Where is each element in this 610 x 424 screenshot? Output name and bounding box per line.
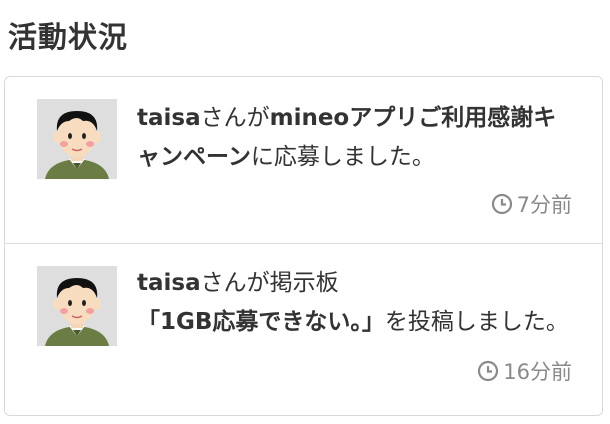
post-link[interactable]: 「1GB応募できない。」 — [137, 309, 385, 335]
activity-message: taisaさんが掲示板「1GB応募できない。」を投稿しました。 — [137, 264, 577, 342]
section-title: 活動状況 — [8, 20, 129, 54]
user-link[interactable]: taisa — [137, 105, 201, 131]
clock-icon — [478, 360, 499, 382]
timestamp-text: 7分前 — [516, 193, 572, 217]
message-text: に応募しました。 — [250, 144, 435, 170]
activity-panel: taisaさんがmineoアプリご利用感謝キャンペーンに応募しました。 7分前 — [4, 76, 603, 416]
activity-item: taisaさんがmineoアプリご利用感謝キャンペーンに応募しました。 7分前 — [5, 77, 602, 244]
user-link[interactable]: taisa — [137, 270, 201, 296]
user-avatar-icon[interactable] — [37, 99, 117, 179]
activity-item: taisaさんが掲示板「1GB応募できない。」を投稿しました。 16分前 — [5, 244, 602, 424]
message-text: を投稿しました。 — [384, 309, 569, 335]
activity-message: taisaさんがmineoアプリご利用感謝キャンペーンに応募しました。 — [137, 99, 577, 177]
timestamp: 7分前 — [491, 189, 572, 219]
message-text: さんが掲示板 — [200, 270, 339, 296]
user-avatar-icon[interactable] — [37, 266, 117, 346]
timestamp-text: 16分前 — [503, 360, 572, 384]
clock-icon — [491, 193, 512, 215]
message-text: さんが — [200, 105, 270, 131]
timestamp: 16分前 — [477, 356, 572, 386]
